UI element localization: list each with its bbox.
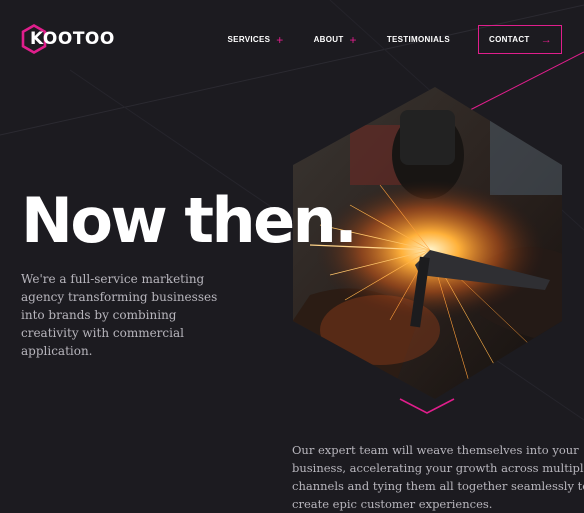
nav-item-services[interactable]: SERVICES +: [228, 34, 284, 46]
plus-icon: +: [349, 32, 357, 47]
logo[interactable]: KOOTOO: [21, 24, 114, 54]
hero-intro: We're a full-service marketing agency tr…: [21, 272, 218, 358]
contact-button[interactable]: CONTACT →: [478, 25, 562, 54]
nav-item-about[interactable]: ABOUT +: [314, 34, 357, 46]
hero-headline: Now then.: [21, 184, 358, 257]
nav-label-testimonials: TESTIMONIALS: [386, 35, 450, 44]
arrow-right-icon: →: [540, 33, 552, 46]
chevron-down-icon[interactable]: [398, 397, 456, 417]
logo-text: KOOTOO: [30, 29, 115, 49]
nav-label-services: SERVICES: [227, 35, 271, 44]
plus-icon: +: [276, 32, 284, 47]
contact-label: CONTACT: [489, 35, 530, 44]
nav-label-about: ABOUT: [313, 35, 344, 44]
main-nav: SERVICES + ABOUT + TESTIMONIALS CONTACT …: [228, 24, 562, 55]
nav-item-testimonials[interactable]: TESTIMONIALS: [387, 35, 450, 44]
intro-body: Our expert team will weave themselves in…: [292, 443, 584, 511]
